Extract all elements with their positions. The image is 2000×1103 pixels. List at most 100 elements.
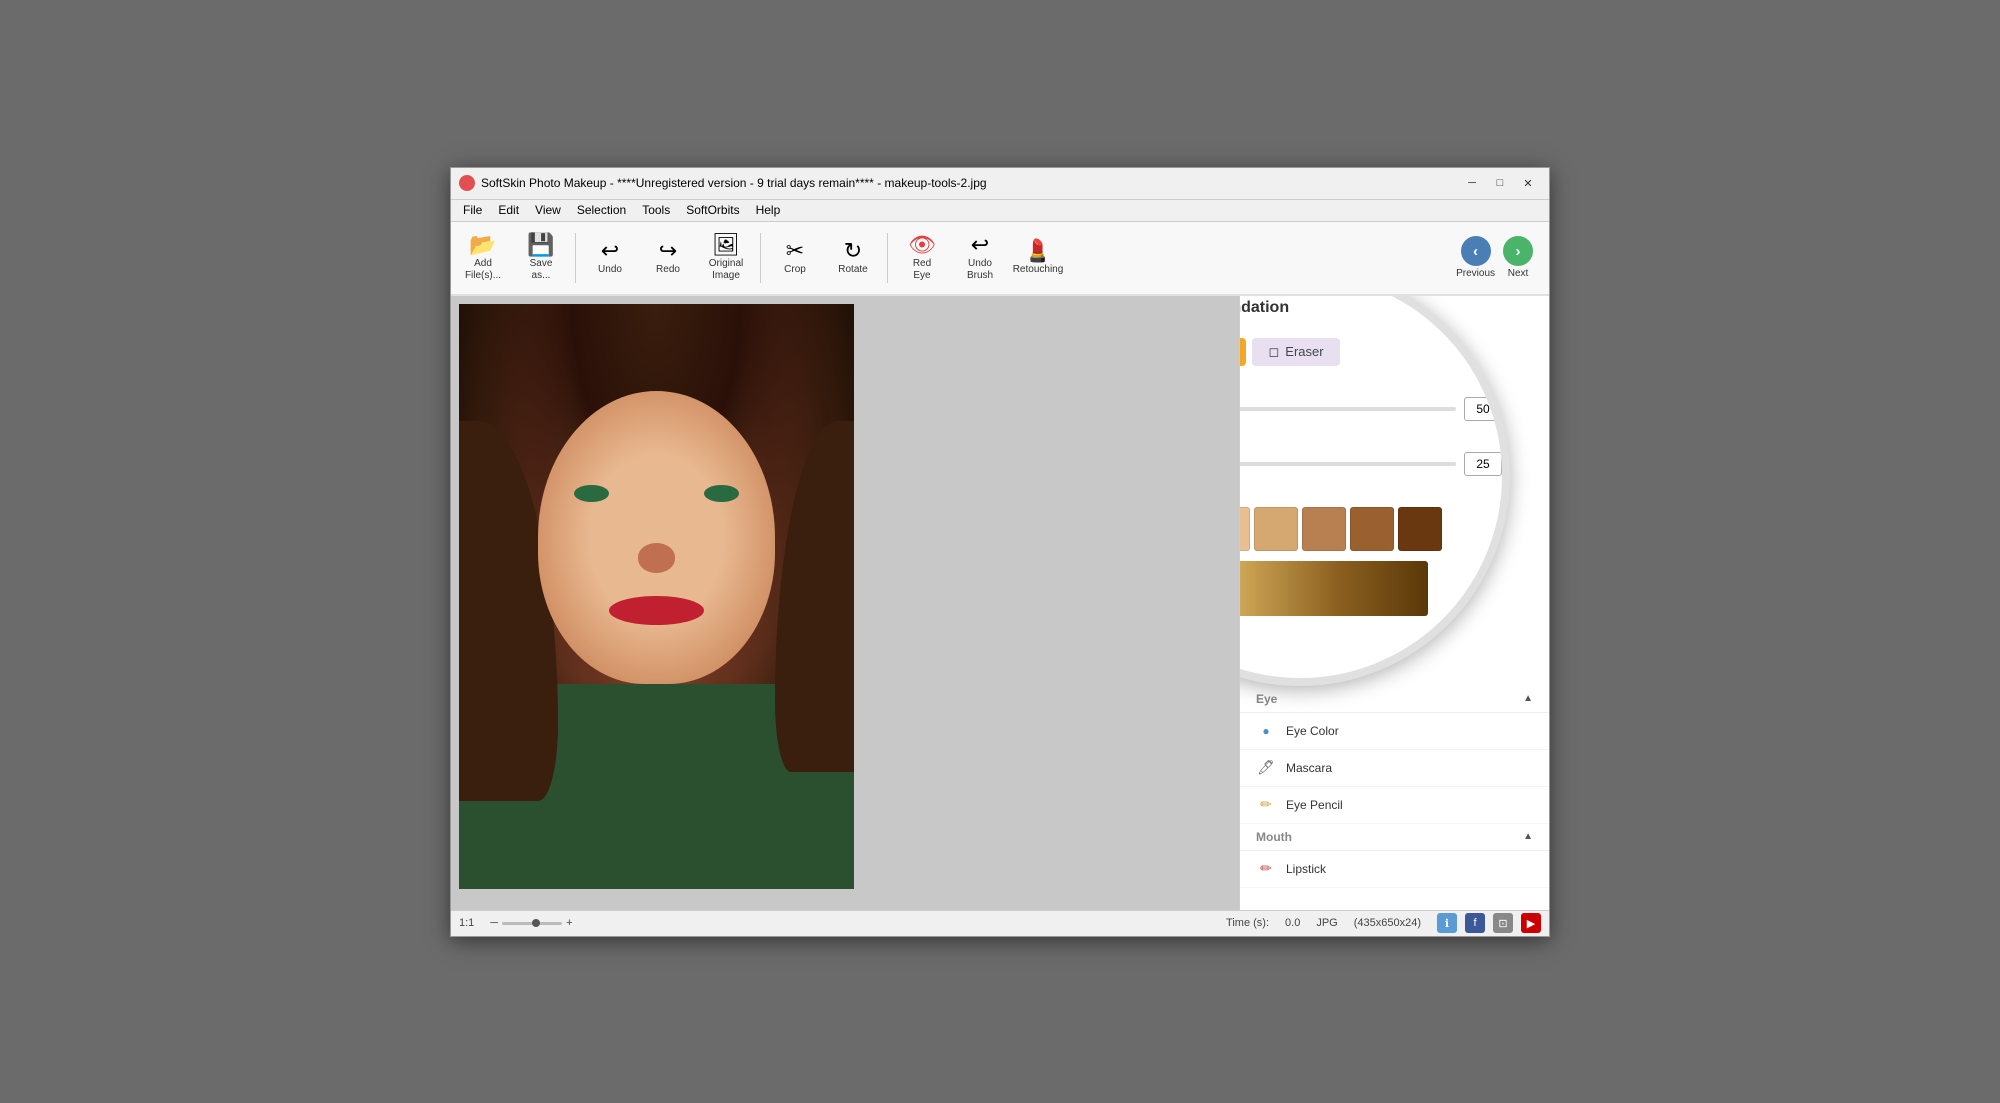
undo-icon: ↩	[601, 240, 619, 262]
menu-selection[interactable]: Selection	[569, 201, 634, 219]
side-panel: 💄 Foundation ✕ 🖌 Brush ◻ Eraser	[1239, 296, 1549, 910]
photo-lips	[609, 596, 704, 625]
info-icon[interactable]: ℹ	[1437, 913, 1457, 933]
share-icon[interactable]: ⊡	[1493, 913, 1513, 933]
original-image-icon: 🖼	[712, 234, 740, 256]
close-button[interactable]: ✕	[1515, 173, 1541, 193]
next-label: Next	[1508, 268, 1529, 279]
zoom-out-button[interactable]: ─	[490, 917, 498, 929]
red-eye-button[interactable]: 👁 RedEye	[894, 224, 950, 292]
eye-pencil-item[interactable]: ✏ Eye Pencil	[1240, 787, 1549, 824]
add-files-label: AddFile(s)...	[465, 258, 501, 282]
previous-button[interactable]: ‹	[1461, 236, 1491, 266]
undo-brush-label: UndoBrush	[967, 258, 993, 282]
menu-help[interactable]: Help	[748, 201, 789, 219]
status-bar: 1:1 ─ + Time (s): 0.0 JPG (435x650x24) ℹ…	[451, 910, 1549, 936]
add-files-button[interactable]: 📂 AddFile(s)...	[455, 224, 511, 292]
photo-canvas[interactable]	[451, 296, 1239, 910]
title-bar: SoftSkin Photo Makeup - ****Unregistered…	[451, 168, 1549, 200]
color-swatch-3[interactable]	[1302, 507, 1346, 551]
photo-container	[459, 304, 854, 889]
mascara-label: Mascara	[1286, 761, 1332, 775]
radius-label: Radius	[1239, 378, 1502, 392]
magnifier-overlay: 💄 Foundation ✕ 🖌 Brush ◻ Eraser	[1239, 296, 1510, 686]
eye-pencil-label: Eye Pencil	[1286, 798, 1343, 812]
red-eye-icon: 👁	[908, 234, 936, 256]
maximize-button[interactable]: □	[1487, 173, 1513, 193]
mouth-section-header[interactable]: Mouth ▲	[1240, 824, 1549, 851]
redo-label: Redo	[656, 264, 680, 276]
redo-button[interactable]: ↪ Redo	[640, 224, 696, 292]
eye-section-label: Eye	[1256, 692, 1277, 706]
radius-value[interactable]: 50	[1464, 397, 1502, 421]
rotate-label: Rotate	[838, 264, 867, 276]
previous-nav[interactable]: ‹ Previous	[1456, 236, 1495, 279]
previous-label: Previous	[1456, 268, 1495, 279]
facebook-icon[interactable]: f	[1465, 913, 1485, 933]
color-intensity-value[interactable]: 25	[1464, 452, 1502, 476]
undo-label: Undo	[598, 264, 622, 276]
retouching-icon: 💄	[1024, 240, 1051, 262]
rotate-button[interactable]: ↻ Rotate	[825, 224, 881, 292]
zoom-thumb	[532, 919, 540, 927]
brush-tab[interactable]: 🖌 Brush	[1239, 338, 1246, 366]
toolbar-nav-area: ‹ Previous › Next	[1456, 236, 1545, 279]
eye-color-icon: ●	[1256, 721, 1276, 741]
panel-close-inner[interactable]: ✕	[1477, 298, 1494, 318]
color-label-inner: Color	[1239, 488, 1502, 502]
dimensions-label: (435x650x24)	[1354, 917, 1421, 929]
color-swatch-4[interactable]	[1350, 507, 1394, 551]
undo-brush-button[interactable]: ↩ UndoBrush	[952, 224, 1008, 292]
next-button[interactable]: ›	[1503, 236, 1533, 266]
toolbar-sep-3	[887, 233, 888, 283]
app-icon	[459, 175, 475, 191]
eye-color-item[interactable]: ● Eye Color	[1240, 713, 1549, 750]
next-nav[interactable]: › Next	[1503, 236, 1533, 279]
zoom-in-button[interactable]: +	[566, 917, 572, 929]
color-swatch-2[interactable]	[1254, 507, 1298, 551]
photo-image	[459, 304, 854, 889]
mouth-section-label: Mouth	[1256, 830, 1292, 844]
gradient-rect[interactable]	[1239, 561, 1428, 616]
app-window: SoftSkin Photo Makeup - ****Unregistered…	[450, 167, 1550, 937]
color-swatches	[1239, 507, 1502, 551]
crop-label: Crop	[784, 264, 806, 276]
menu-softorbits[interactable]: SoftOrbits	[678, 201, 747, 219]
save-as-button[interactable]: 💾 Saveas...	[513, 224, 569, 292]
toolbar-sep-1	[575, 233, 576, 283]
radius-slider-track[interactable]	[1239, 407, 1456, 411]
menu-edit[interactable]: Edit	[490, 201, 527, 219]
menu-bar: File Edit View Selection Tools SoftOrbit…	[451, 200, 1549, 222]
color-section-inner: Color	[1239, 484, 1502, 557]
eye-section-arrow: ▲	[1523, 693, 1533, 704]
retouching-button[interactable]: 💄 Retouching	[1010, 224, 1066, 292]
eraser-tab[interactable]: ◻ Eraser	[1252, 338, 1339, 366]
youtube-icon[interactable]: ▶	[1521, 913, 1541, 933]
zoom-indicator: 1:1	[459, 917, 474, 929]
color-gradient-picker[interactable]	[1239, 557, 1502, 620]
radius-slider-thumb[interactable]	[1239, 398, 1240, 420]
mascara-item[interactable]: 🖊 Mascara	[1240, 750, 1549, 787]
color-swatch-1[interactable]	[1239, 507, 1250, 551]
menu-tools[interactable]: Tools	[634, 201, 678, 219]
main-content: 💄 Foundation ✕ 🖌 Brush ◻ Eraser	[451, 296, 1549, 910]
toolbar: 📂 AddFile(s)... 💾 Saveas... ↩ Undo ↪ Red…	[451, 222, 1549, 296]
panel-title-inner: Foundation	[1239, 299, 1289, 317]
original-image-label: OriginalImage	[709, 258, 743, 282]
minimize-button[interactable]: ─	[1459, 173, 1485, 193]
lipstick-item[interactable]: ✏ Lipstick	[1240, 851, 1549, 888]
menu-file[interactable]: File	[455, 201, 490, 219]
photo-face	[538, 391, 775, 684]
redo-icon: ↪	[659, 240, 677, 262]
undo-button[interactable]: ↩ Undo	[582, 224, 638, 292]
window-controls: ─ □ ✕	[1459, 173, 1541, 193]
crop-button[interactable]: ✂ Crop	[767, 224, 823, 292]
menu-view[interactable]: View	[527, 201, 569, 219]
red-eye-label: RedEye	[913, 258, 931, 282]
color-intensity-slider-track[interactable]	[1239, 462, 1456, 466]
zoom-slider[interactable]	[502, 922, 562, 925]
original-image-button[interactable]: 🖼 OriginalImage	[698, 224, 754, 292]
color-swatch-5[interactable]	[1398, 507, 1442, 551]
eye-section-header[interactable]: Eye ▲	[1240, 686, 1549, 713]
zoom-level: 1:1	[459, 917, 474, 929]
